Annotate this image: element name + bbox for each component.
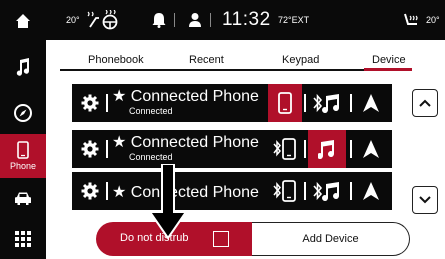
- sidebar-item-phone-label: Phone: [9, 161, 37, 171]
- list-item[interactable]: ★ Connected Phone Connected: [72, 130, 392, 168]
- media-connect-button[interactable]: [308, 84, 346, 122]
- separator: [304, 182, 306, 200]
- star-icon: ★: [112, 134, 127, 151]
- gear-icon[interactable]: [80, 93, 100, 113]
- sb-separator: [174, 0, 175, 40]
- music-note-icon: [318, 140, 335, 159]
- list-item[interactable]: ★ Connected Phone: [72, 172, 392, 210]
- phone-connect-button[interactable]: [268, 130, 302, 168]
- user-profile-icon[interactable]: [188, 0, 202, 40]
- phone-name-text: Connected Phone: [130, 134, 259, 151]
- status-bar: 20° 11:32 72°EXT 20°: [46, 0, 445, 40]
- driver-temperature[interactable]: 20°: [66, 0, 80, 40]
- separator: [106, 94, 108, 112]
- sb-separator-2: [210, 0, 211, 40]
- phone-icon: [278, 92, 292, 114]
- separator: [304, 94, 306, 112]
- tab-divider: [60, 69, 410, 71]
- chevron-up-icon: [419, 99, 431, 107]
- list-item[interactable]: ★ Connected Phone Connected: [72, 84, 392, 122]
- separator: [350, 94, 352, 112]
- media-connect-button[interactable]: [308, 172, 346, 210]
- navigation-compass-icon: [14, 104, 32, 122]
- connection-status: Connected: [129, 106, 173, 116]
- carplay-icon: [363, 182, 379, 200]
- heated-steering-icon[interactable]: [86, 0, 120, 40]
- bluetooth-music-icon: [313, 93, 340, 114]
- sidebar-item-media[interactable]: [0, 50, 46, 84]
- tab-phonebook[interactable]: Phonebook: [88, 52, 144, 68]
- media-connect-button[interactable]: [308, 130, 346, 168]
- carplay-connect-button[interactable]: [354, 172, 388, 210]
- bluetooth-phone-icon: [273, 138, 296, 160]
- bluetooth-phone-icon: [273, 180, 296, 202]
- star-icon: ★: [112, 88, 127, 105]
- scroll-up-button[interactable]: [412, 89, 438, 117]
- sidebar-item-home[interactable]: [0, 4, 46, 38]
- music-note-icon: [16, 58, 30, 76]
- apps-grid-icon: [15, 231, 31, 247]
- notification-bell-icon[interactable]: [152, 0, 166, 40]
- phone-name: ★ Connected Phone: [112, 132, 259, 152]
- star-icon: ★: [112, 184, 127, 201]
- clock: 11:32: [222, 9, 271, 30]
- separator: [350, 140, 352, 158]
- heated-seat-icon[interactable]: [402, 0, 420, 40]
- tab-active-indicator: [364, 68, 412, 71]
- sidebar-item-vehicle[interactable]: [0, 182, 46, 216]
- tab-keypad[interactable]: Keypad: [282, 52, 319, 68]
- separator: [304, 140, 306, 158]
- separator: [106, 182, 108, 200]
- do-not-disturb-checkbox[interactable]: [213, 231, 229, 247]
- gear-icon[interactable]: [80, 139, 100, 159]
- phone-name-text: Connected Phone: [130, 88, 259, 105]
- phone-connect-button[interactable]: [268, 84, 302, 122]
- add-device-button[interactable]: Add Device: [252, 222, 410, 256]
- add-device-label: Add Device: [302, 233, 359, 245]
- separator: [106, 140, 108, 158]
- exterior-temperature: 72°EXT: [278, 15, 310, 25]
- carplay-icon: [363, 94, 379, 112]
- phone-icon: [17, 141, 29, 159]
- phone-name: ★ Connected Phone: [112, 86, 259, 106]
- tab-recent[interactable]: Recent: [189, 52, 224, 68]
- gear-icon[interactable]: [80, 181, 100, 201]
- sidebar-item-apps[interactable]: [0, 222, 46, 256]
- bluetooth-music-icon: [313, 181, 340, 202]
- sidebar-item-navigation[interactable]: [0, 95, 46, 131]
- separator: [350, 182, 352, 200]
- connection-status: Connected: [129, 152, 173, 162]
- tab-device[interactable]: Device: [372, 52, 406, 68]
- scroll-down-button[interactable]: [412, 186, 438, 214]
- phone-connect-button[interactable]: [268, 172, 302, 210]
- carplay-connect-button[interactable]: [354, 84, 388, 122]
- sidebar: Phone: [0, 0, 46, 259]
- passenger-temperature[interactable]: 20°: [426, 0, 440, 40]
- chevron-down-icon: [419, 196, 431, 204]
- carplay-icon: [363, 140, 379, 158]
- car-icon: [15, 192, 31, 205]
- home-icon: [16, 14, 30, 28]
- carplay-connect-button[interactable]: [354, 130, 388, 168]
- annotation-arrow-icon: [148, 164, 188, 240]
- sidebar-item-phone[interactable]: Phone: [0, 134, 46, 178]
